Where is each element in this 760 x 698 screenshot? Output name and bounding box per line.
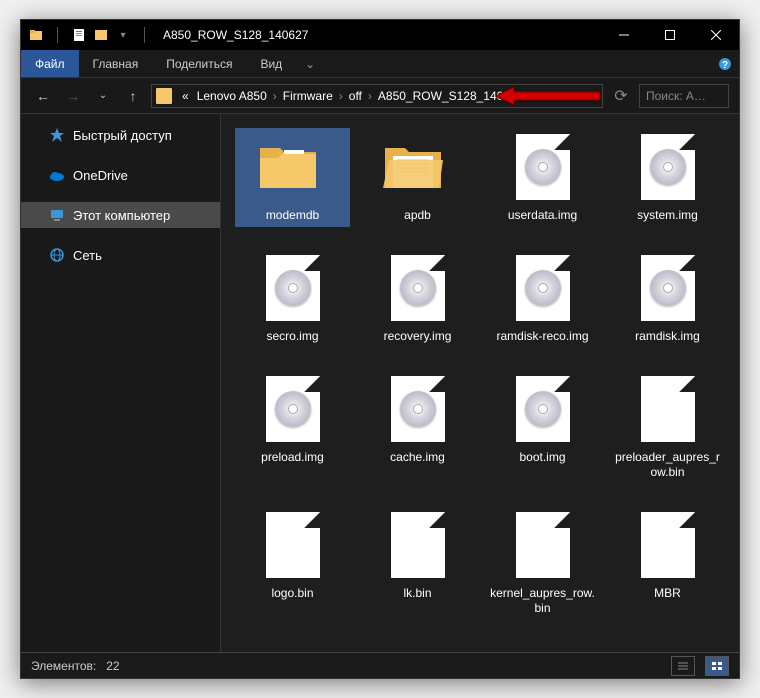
file-name: apdb: [404, 208, 431, 223]
file-item[interactable]: ramdisk-reco.img: [485, 249, 600, 348]
file-item[interactable]: cache.img: [360, 370, 475, 484]
ribbon-expand-icon[interactable]: ⌄: [296, 50, 324, 77]
forward-button[interactable]: →: [61, 84, 85, 108]
file-icon: [258, 374, 328, 444]
file-name: cache.img: [390, 450, 445, 465]
quickbar-icon[interactable]: [94, 28, 108, 42]
folder-icon: [29, 28, 43, 42]
file-item[interactable]: ramdisk.img: [610, 249, 725, 348]
file-icon: [633, 374, 703, 444]
close-button[interactable]: [693, 20, 739, 50]
file-name: secro.img: [266, 329, 318, 344]
file-icon: [258, 253, 328, 323]
file-icon: [508, 253, 578, 323]
navigation-pane: Быстрый доступ OneDrive Этот компьютер С…: [21, 114, 221, 652]
file-icon: [258, 510, 328, 580]
view-details-button[interactable]: [671, 656, 695, 676]
file-name: modemdb: [266, 208, 319, 223]
status-count: 22: [106, 659, 119, 673]
file-item[interactable]: kernel_aupres_row.bin: [485, 506, 600, 620]
view-icons-button[interactable]: [705, 656, 729, 676]
file-name: system.img: [637, 208, 698, 223]
recent-dropdown-icon[interactable]: ⌄: [91, 84, 115, 108]
breadcrumb-segment[interactable]: A850_ROW_S128_140627: [374, 89, 527, 103]
sidebar-item-network[interactable]: Сеть: [21, 242, 220, 268]
address-bar[interactable]: « Lenovo A850 › Firmware › off › A850_RO…: [151, 84, 603, 108]
file-item[interactable]: apdb: [360, 128, 475, 227]
file-item[interactable]: preloader_aupres_row.bin: [610, 370, 725, 484]
file-item[interactable]: lk.bin: [360, 506, 475, 620]
file-name: ramdisk.img: [635, 329, 700, 344]
file-icon: [508, 132, 578, 202]
file-icon: [383, 253, 453, 323]
sidebar-item-this-pc[interactable]: Этот компьютер: [21, 202, 220, 228]
star-icon: [49, 127, 65, 143]
search-input[interactable]: Поиск: A…: [639, 84, 729, 108]
breadcrumb-segment[interactable]: Firmware: [279, 89, 337, 103]
properties-icon[interactable]: [72, 28, 86, 42]
file-name: boot.img: [519, 450, 565, 465]
file-name: logo.bin: [271, 586, 313, 601]
file-item[interactable]: logo.bin: [235, 506, 350, 620]
file-icon: [633, 132, 703, 202]
quickbar-dropdown-icon[interactable]: ▾: [116, 28, 130, 42]
file-name: preloader_aupres_row.bin: [614, 450, 721, 480]
file-icon: [508, 510, 578, 580]
up-button[interactable]: ↑: [121, 84, 145, 108]
file-icon: [508, 374, 578, 444]
network-icon: [49, 247, 65, 263]
folder-icon: [258, 132, 328, 202]
chevron-right-icon[interactable]: ›: [337, 89, 345, 103]
tab-share[interactable]: Поделиться: [152, 50, 246, 77]
file-icon: [383, 374, 453, 444]
navigation-bar: ← → ⌄ ↑ « Lenovo A850 › Firmware › off ›…: [21, 78, 739, 114]
thispc-icon: [49, 207, 65, 223]
file-name: userdata.img: [508, 208, 577, 223]
file-item[interactable]: preload.img: [235, 370, 350, 484]
file-item[interactable]: secro.img: [235, 249, 350, 348]
file-icon: [633, 253, 703, 323]
refresh-button[interactable]: ⟳: [609, 86, 633, 106]
maximize-button[interactable]: [647, 20, 693, 50]
breadcrumb-segment[interactable]: off: [345, 89, 366, 103]
file-explorer-window: ▾ A850_ROW_S128_140627 Файл Главная Поде…: [20, 19, 740, 679]
titlebar[interactable]: ▾ A850_ROW_S128_140627: [21, 20, 739, 50]
window-title: A850_ROW_S128_140627: [159, 28, 601, 42]
tab-file[interactable]: Файл: [21, 50, 79, 77]
breadcrumb-prefix: «: [178, 89, 193, 103]
onedrive-icon: [49, 167, 65, 183]
minimize-button[interactable]: [601, 20, 647, 50]
status-label: Элементов:: [31, 659, 96, 673]
svg-text:?: ?: [722, 60, 728, 71]
file-name: lk.bin: [403, 586, 431, 601]
sidebar-item-quick-access[interactable]: Быстрый доступ: [21, 122, 220, 148]
file-icon: [633, 510, 703, 580]
file-name: MBR: [654, 586, 681, 601]
file-item[interactable]: recovery.img: [360, 249, 475, 348]
file-item[interactable]: MBR: [610, 506, 725, 620]
file-icon: [383, 510, 453, 580]
file-name: kernel_aupres_row.bin: [489, 586, 596, 616]
tab-view[interactable]: Вид: [246, 50, 296, 77]
tab-home[interactable]: Главная: [79, 50, 153, 77]
file-item[interactable]: system.img: [610, 128, 725, 227]
sidebar-item-onedrive[interactable]: OneDrive: [21, 162, 220, 188]
folder-icon: [383, 132, 453, 202]
file-item[interactable]: boot.img: [485, 370, 600, 484]
file-item[interactable]: userdata.img: [485, 128, 600, 227]
file-list-pane[interactable]: modemdb apdb userdata.img system.img secro.…: [221, 114, 739, 652]
file-name: ramdisk-reco.img: [496, 329, 588, 344]
back-button[interactable]: ←: [31, 84, 55, 108]
file-name: recovery.img: [384, 329, 452, 344]
breadcrumb-segment[interactable]: Lenovo A850: [193, 89, 271, 103]
file-item[interactable]: modemdb: [235, 128, 350, 227]
ribbon-tabs: Файл Главная Поделиться Вид ⌄ ?: [21, 50, 739, 78]
folder-icon: [156, 88, 172, 104]
chevron-right-icon[interactable]: ›: [366, 89, 374, 103]
chevron-right-icon[interactable]: ›: [271, 89, 279, 103]
file-name: preload.img: [261, 450, 324, 465]
status-bar: Элементов: 22: [21, 652, 739, 678]
help-icon[interactable]: ?: [711, 50, 739, 77]
